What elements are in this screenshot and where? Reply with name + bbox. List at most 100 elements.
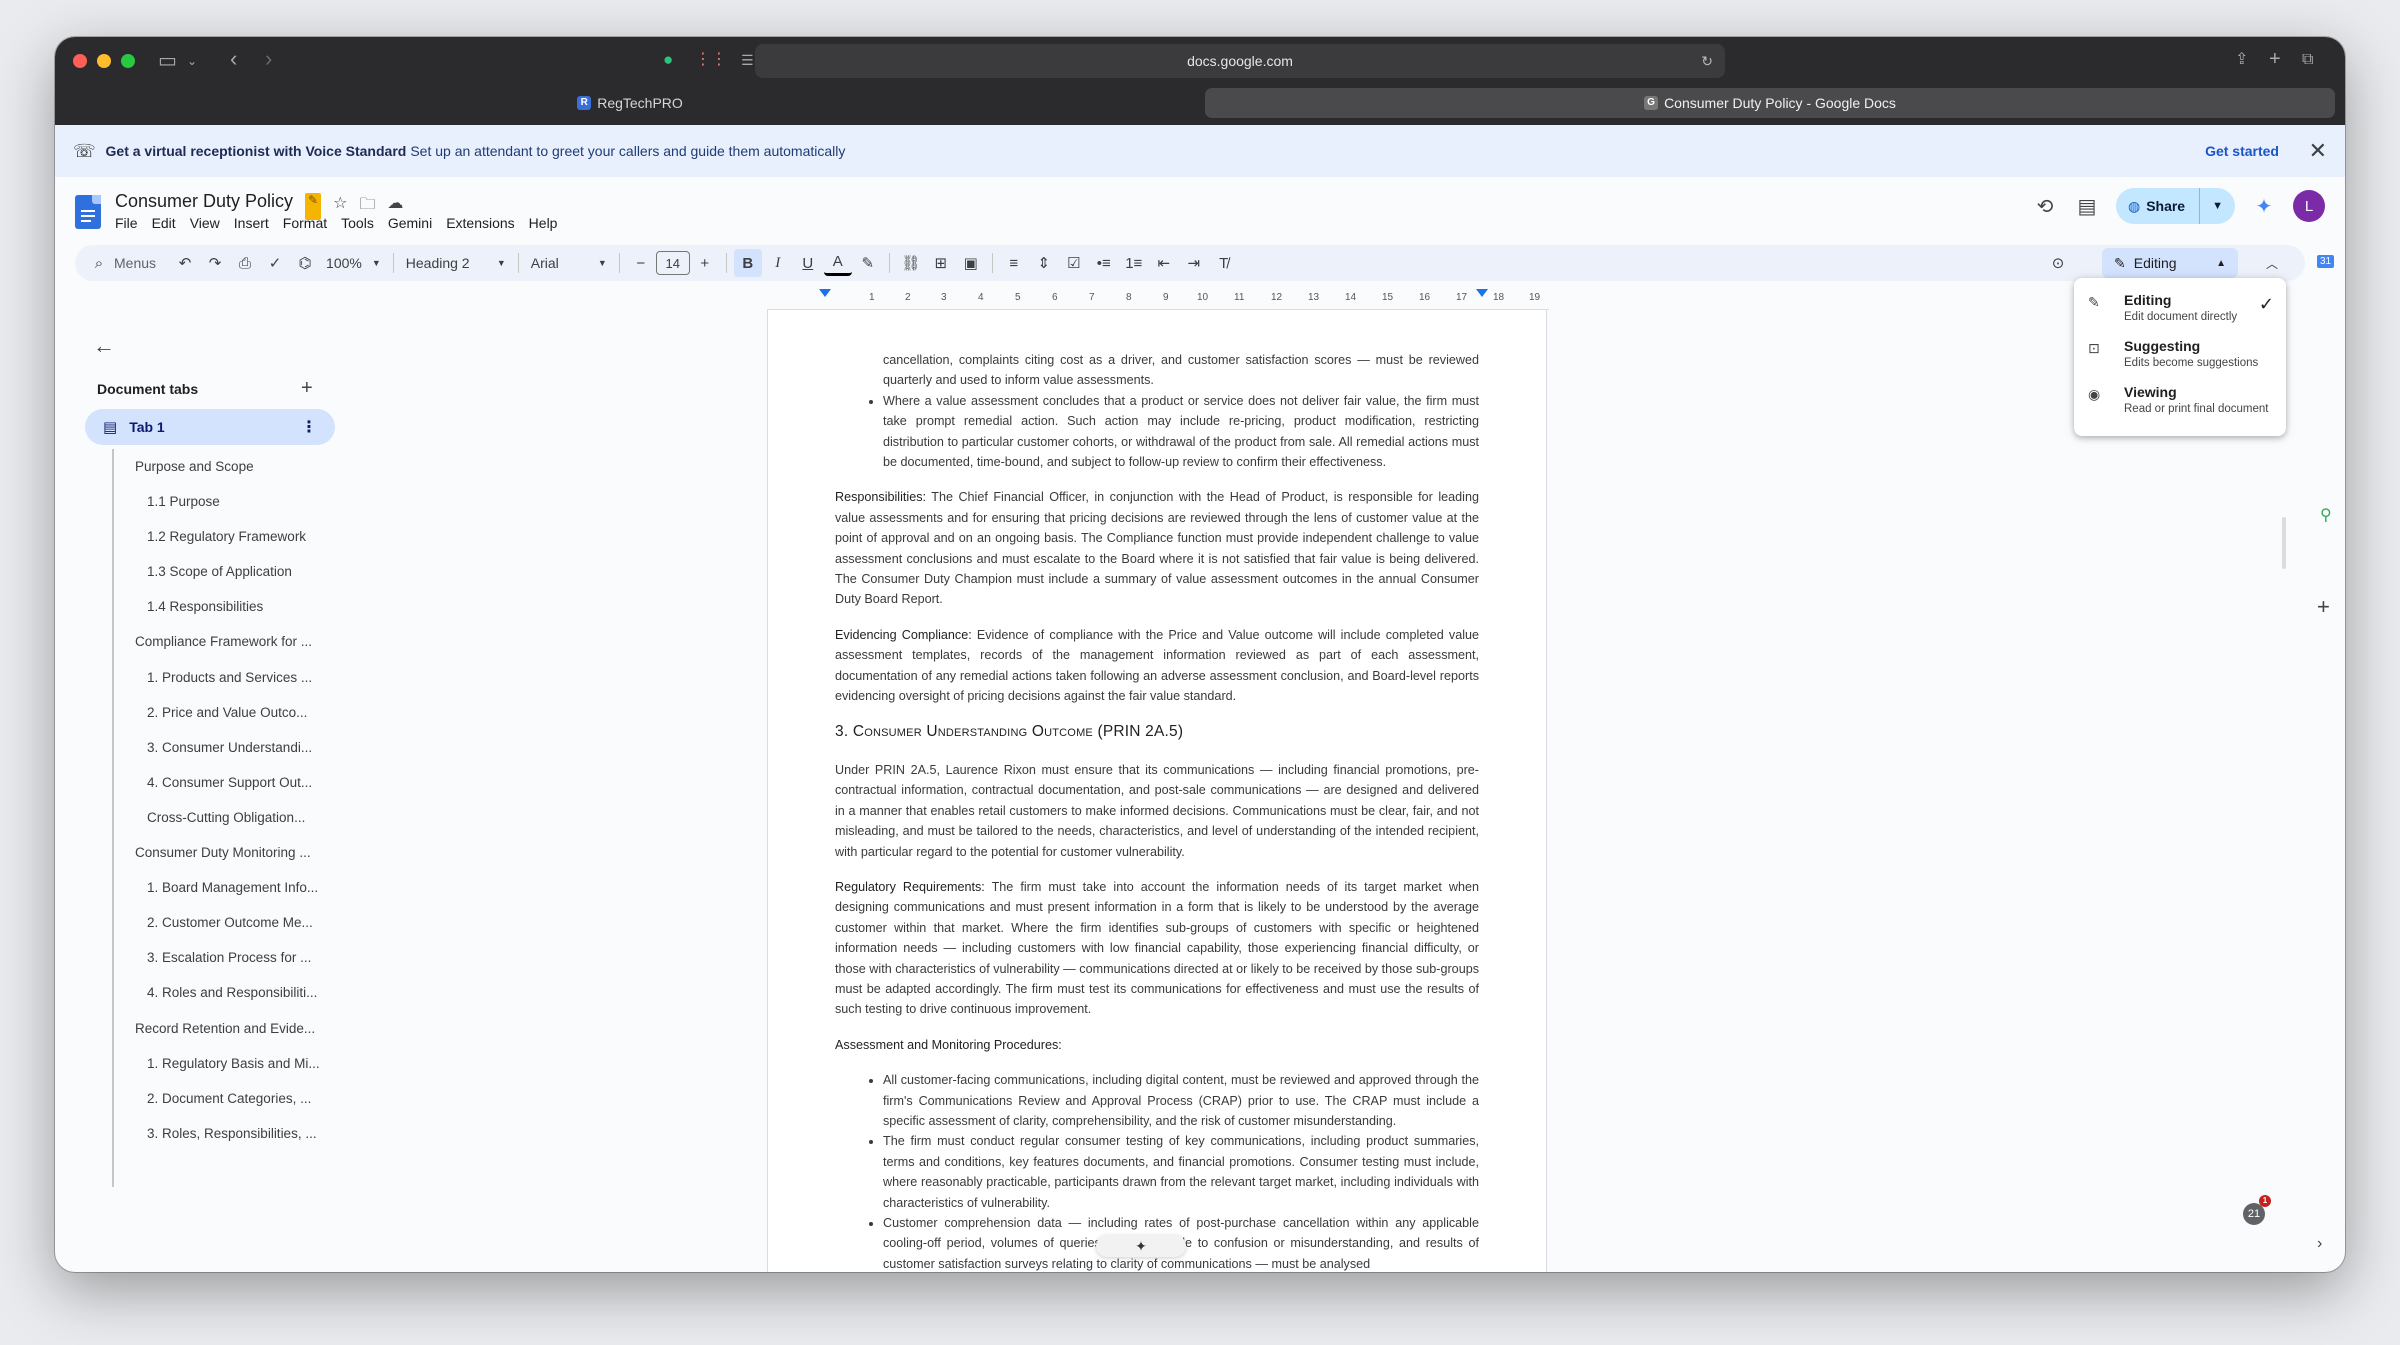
decrease-font-size-icon[interactable]: − bbox=[627, 249, 655, 277]
editing-mode-button[interactable]: ✎ Editing ▲ bbox=[2102, 248, 2238, 278]
italic-icon[interactable]: I bbox=[764, 249, 792, 277]
print-icon[interactable]: ⎙ bbox=[231, 249, 259, 277]
menu-extensions[interactable]: Extensions bbox=[446, 215, 514, 231]
link-icon[interactable]: ⛓ bbox=[897, 249, 925, 277]
menu-view[interactable]: View bbox=[190, 215, 220, 231]
version-history-icon[interactable]: ⟲ bbox=[2032, 194, 2058, 219]
back-icon[interactable]: ‹ bbox=[230, 48, 237, 70]
browser-tab-google-docs[interactable]: G Consumer Duty Policy - Google Docs bbox=[1205, 88, 2335, 118]
menu-insert[interactable]: Insert bbox=[234, 215, 269, 231]
paint-format-icon[interactable]: ⌬ bbox=[291, 249, 319, 277]
zoom-window-button[interactable] bbox=[121, 54, 135, 68]
right-indent-marker[interactable] bbox=[1476, 289, 1488, 297]
document-body[interactable]: cancellation, complaints citing cost as … bbox=[835, 350, 1479, 1272]
clear-formatting-icon[interactable]: T̸ bbox=[1210, 249, 1238, 277]
document-page[interactable]: cancellation, complaints citing cost as … bbox=[767, 310, 1547, 1272]
reader-icon[interactable]: ☰ bbox=[741, 50, 754, 70]
share-button[interactable]: ◍ Share ▼ bbox=[2115, 188, 2235, 224]
outline-item[interactable]: 1. Board Management Info... bbox=[55, 870, 320, 905]
font-select[interactable]: Arial ▼ bbox=[525, 255, 613, 271]
calendar-icon[interactable]: 31 bbox=[2317, 255, 2335, 268]
outline-item[interactable]: 3. Consumer Understandi... bbox=[55, 730, 320, 765]
explore-icon[interactable]: ⊙ bbox=[2044, 249, 2072, 277]
outline-item[interactable]: 2. Customer Outcome Me... bbox=[55, 905, 320, 940]
outline-item[interactable]: 4. Roles and Responsibiliti... bbox=[55, 975, 320, 1010]
notifications-icon[interactable]: 21 1 bbox=[2243, 1195, 2271, 1225]
menu-help[interactable]: Help bbox=[529, 215, 558, 231]
browser-tab-regtechpro[interactable]: R RegTechPRO bbox=[65, 88, 1195, 118]
menu-file[interactable]: File bbox=[115, 215, 138, 231]
add-addon-icon[interactable]: + bbox=[2317, 594, 2330, 620]
outline-item[interactable]: Purpose and Scope bbox=[55, 449, 320, 484]
outline-item[interactable]: 3. Roles, Responsibilities, ... bbox=[55, 1116, 320, 1151]
outline-item[interactable]: 2. Document Categories, ... bbox=[55, 1081, 320, 1116]
menu-tools[interactable]: Tools bbox=[341, 215, 374, 231]
decrease-indent-icon[interactable]: ⇤ bbox=[1150, 249, 1178, 277]
align-icon[interactable]: ≡ bbox=[1000, 249, 1028, 277]
share-page-icon[interactable]: ⇪ bbox=[2235, 50, 2248, 70]
minimize-window-button[interactable] bbox=[97, 54, 111, 68]
forward-icon[interactable]: › bbox=[265, 48, 272, 70]
new-tab-icon[interactable]: + bbox=[2269, 49, 2281, 69]
outline-item[interactable]: 2. Price and Value Outco... bbox=[55, 695, 320, 730]
outline-item[interactable]: 1.1 Purpose bbox=[55, 484, 320, 519]
menu-format[interactable]: Format bbox=[283, 215, 327, 231]
vertical-scrollbar[interactable] bbox=[2282, 517, 2286, 569]
outline-item[interactable]: 1. Regulatory Basis and Mi... bbox=[55, 1046, 320, 1081]
bulleted-list-icon[interactable]: •≡ bbox=[1090, 249, 1118, 277]
menu-edit[interactable]: Edit bbox=[152, 215, 176, 231]
apps-grid-icon[interactable]: ⋮⋮ bbox=[695, 50, 727, 70]
comments-icon[interactable]: ▤ bbox=[2074, 194, 2100, 219]
outline-item[interactable]: 3. Escalation Process for ... bbox=[55, 940, 320, 975]
outline-item[interactable]: 1.3 Scope of Application bbox=[55, 554, 320, 589]
menus-search-label[interactable]: Menus bbox=[114, 255, 156, 271]
sidebar-item-tab-1[interactable]: ▤ Tab 1 ⋮ bbox=[85, 409, 335, 445]
avatar[interactable]: L bbox=[2293, 190, 2325, 222]
underline-icon[interactable]: U bbox=[794, 249, 822, 277]
redo-icon[interactable]: ↷ bbox=[201, 249, 229, 277]
highlight-icon[interactable]: ✎ bbox=[854, 249, 882, 277]
gemini-sparkle-icon[interactable]: ✦ bbox=[2251, 194, 2277, 219]
outline-item[interactable]: Record Retention and Evide... bbox=[55, 1011, 320, 1046]
font-size-input[interactable]: 14 bbox=[655, 251, 690, 275]
gemini-ask-pill[interactable]: ✦ bbox=[1096, 1235, 1186, 1257]
outline-item[interactable]: 1.2 Regulatory Framework bbox=[55, 519, 320, 554]
line-spacing-icon[interactable]: ⇕ bbox=[1030, 249, 1058, 277]
left-indent-marker[interactable] bbox=[819, 289, 831, 297]
insert-image-icon[interactable]: ▣ bbox=[957, 249, 985, 277]
search-icon[interactable]: ⌕ bbox=[85, 249, 113, 277]
increase-font-size-icon[interactable]: + bbox=[691, 249, 719, 277]
outline-item[interactable]: 1.4 Responsibilities bbox=[55, 589, 320, 624]
undo-icon[interactable]: ↶ bbox=[171, 249, 199, 277]
increase-indent-icon[interactable]: ⇥ bbox=[1180, 249, 1208, 277]
get-started-link[interactable]: Get started bbox=[2205, 143, 2279, 159]
mode-option-suggesting[interactable]: ⊡ Suggesting Edits become suggestions bbox=[2088, 338, 2278, 374]
outline-item[interactable]: Consumer Duty Monitoring ... bbox=[55, 835, 320, 870]
checklist-icon[interactable]: ☑ bbox=[1060, 249, 1088, 277]
chevron-right-icon[interactable]: › bbox=[2317, 1235, 2322, 1253]
menu-gemini[interactable]: Gemini bbox=[388, 215, 432, 231]
maps-pin-icon[interactable]: ⚲ bbox=[2320, 505, 2332, 525]
close-window-button[interactable] bbox=[73, 54, 87, 68]
text-color-icon[interactable]: A bbox=[823, 251, 852, 276]
address-bar[interactable]: docs.google.com ↻ bbox=[755, 44, 1725, 78]
chevron-down-icon[interactable]: ⌄ bbox=[187, 51, 197, 71]
more-options-icon[interactable]: ⋮ bbox=[301, 417, 317, 437]
document-title[interactable]: Consumer Duty Policy bbox=[115, 191, 293, 212]
horizontal-ruler[interactable]: 1 2 3 4 5 6 7 8 9 10 11 12 13 14 15 16 1… bbox=[767, 287, 1549, 310]
reload-icon[interactable]: ↻ bbox=[1701, 53, 1713, 70]
mode-option-viewing[interactable]: ◉ Viewing Read or print final document bbox=[2088, 384, 2278, 420]
paragraph-style-select[interactable]: Heading 2 ▼ bbox=[400, 255, 512, 271]
add-comment-icon[interactable]: ⊞ bbox=[927, 249, 955, 277]
outline-item[interactable]: Cross-Cutting Obligation... bbox=[55, 800, 320, 835]
outline-item[interactable]: 4. Consumer Support Out... bbox=[55, 765, 320, 800]
tab-overview-icon[interactable]: ⧉ bbox=[2302, 50, 2313, 70]
add-tab-icon[interactable]: + bbox=[301, 377, 313, 400]
outline-item[interactable]: 1. Products and Services ... bbox=[55, 660, 320, 695]
collapse-toolbar-icon[interactable]: ︿ bbox=[2258, 249, 2286, 277]
outline-item[interactable]: Compliance Framework for ... bbox=[55, 624, 320, 659]
mode-option-editing[interactable]: ✎ Editing Edit document directly ✓ bbox=[2088, 292, 2278, 328]
numbered-list-icon[interactable]: 1≡ bbox=[1120, 249, 1148, 277]
google-docs-logo-icon[interactable] bbox=[75, 195, 101, 229]
sidebar-toggle-icon[interactable]: ▭ bbox=[158, 51, 177, 71]
